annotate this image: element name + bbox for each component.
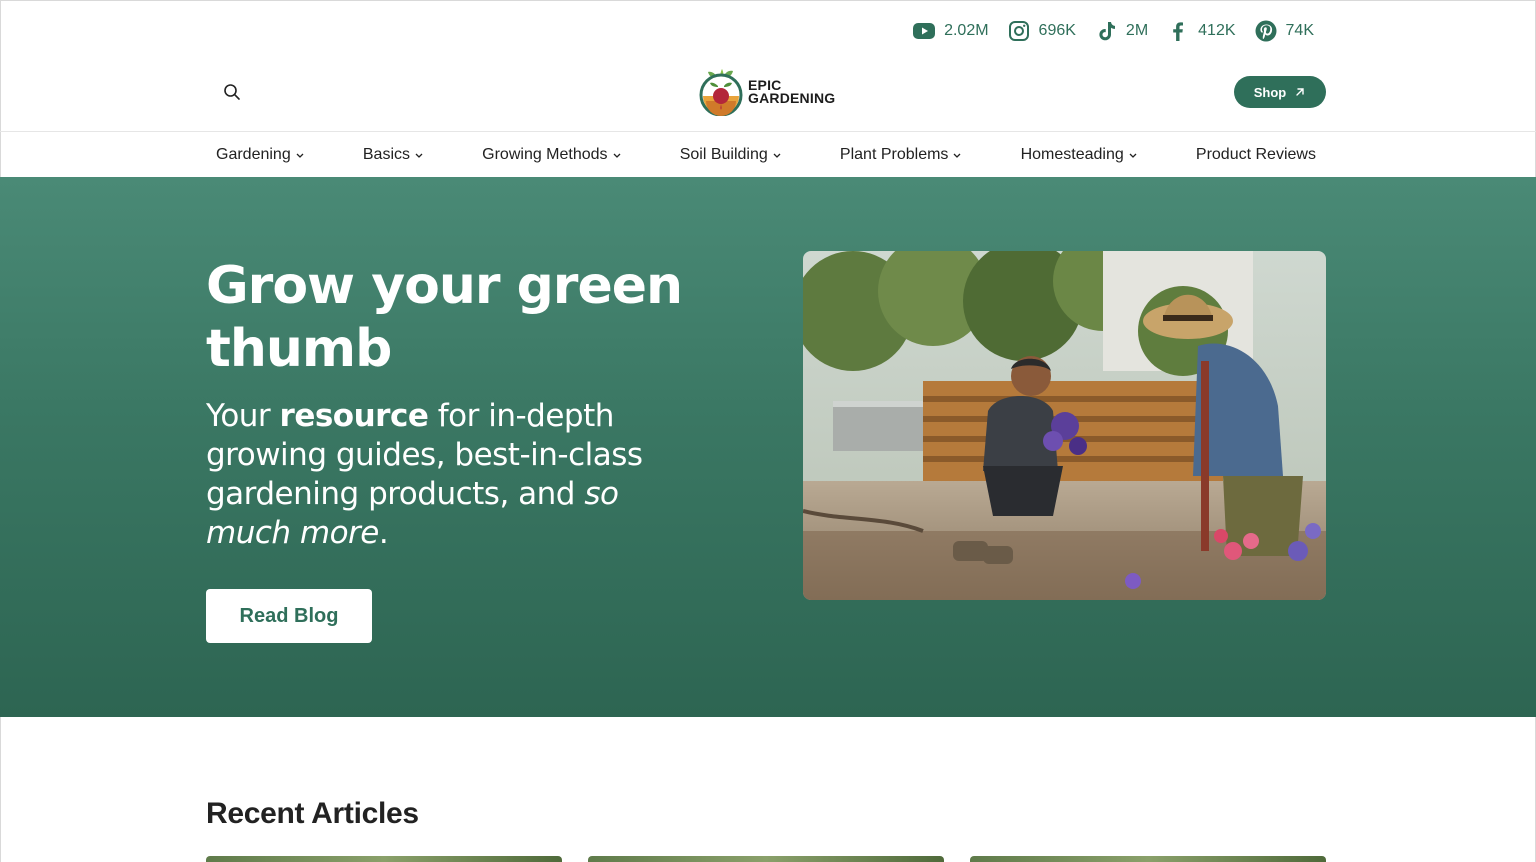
social-facebook[interactable]: 412K	[1166, 19, 1236, 43]
read-blog-button[interactable]: Read Blog	[206, 589, 372, 643]
nav-label: Soil Building	[679, 145, 768, 163]
external-arrow-icon	[1296, 88, 1304, 96]
hero-sub-pre: Your	[206, 398, 280, 434]
facebook-icon	[1173, 22, 1184, 41]
chevron-down-icon	[415, 153, 423, 158]
nav-label: Basics	[362, 145, 410, 163]
beet-logo-icon	[699, 69, 743, 116]
main-nav: Gardening Basics Growing Methods Soil Bu…	[216, 132, 1316, 177]
nav-label: Gardening	[216, 145, 291, 163]
tiktok-icon	[1099, 22, 1115, 41]
youtube-count: 2.02M	[944, 22, 989, 39]
nav-item-basics[interactable]: Basics	[363, 146, 424, 164]
nav-label: Homesteading	[1020, 145, 1124, 163]
chevron-down-icon	[953, 153, 961, 158]
facebook-count: 412K	[1198, 22, 1236, 39]
pinterest-icon	[1255, 20, 1277, 42]
article-card[interactable]	[206, 856, 562, 862]
nav-label: Growing Methods	[482, 145, 608, 163]
social-youtube[interactable]: 2.02M	[912, 19, 989, 43]
hero-sub-bold: resource	[279, 398, 429, 434]
shop-button[interactable]: Shop	[1234, 76, 1326, 108]
hero-sub-end: .	[378, 515, 389, 551]
instagram-icon	[1008, 21, 1029, 41]
article-card[interactable]	[588, 856, 944, 862]
logo-wordmark: EPIC GARDENING	[748, 78, 836, 106]
nav-item-product-reviews[interactable]: Product Reviews	[1196, 146, 1316, 164]
social-tiktok[interactable]: 2M	[1094, 19, 1148, 43]
nav-item-plant-problems[interactable]: Plant Problems	[840, 146, 963, 164]
tiktok-count: 2M	[1125, 22, 1149, 39]
search-button[interactable]	[220, 80, 244, 104]
nav-item-gardening[interactable]: Gardening	[216, 146, 305, 164]
social-pinterest[interactable]: 74K	[1254, 19, 1314, 43]
chevron-down-icon	[1129, 153, 1137, 158]
logo-line-2: GARDENING	[748, 90, 836, 106]
hero-title: Grow your green thumb	[206, 256, 683, 379]
social-instagram[interactable]: 696K	[1007, 19, 1076, 43]
chevron-down-icon	[613, 153, 621, 158]
social-bar: 2.02M 696K 2M 412K 74K	[912, 17, 1314, 45]
article-cards	[206, 856, 1326, 862]
site-logo[interactable]: EPIC GARDENING	[698, 68, 835, 116]
garden-photo-illustration	[803, 251, 1326, 600]
hero-section: Grow your green thumb Your resource for …	[0, 177, 1536, 717]
chevron-down-icon	[773, 153, 781, 158]
pinterest-count: 74K	[1285, 22, 1314, 39]
nav-item-growing-methods[interactable]: Growing Methods	[482, 146, 621, 164]
chevron-down-icon	[296, 153, 304, 158]
search-icon	[224, 84, 240, 100]
youtube-icon	[913, 23, 936, 39]
hero-photo	[803, 251, 1326, 600]
nav-label: Product Reviews	[1195, 145, 1316, 163]
nav-item-soil-building[interactable]: Soil Building	[680, 146, 782, 164]
nav-label: Plant Problems	[839, 145, 949, 163]
instagram-count: 696K	[1038, 22, 1076, 39]
nav-item-homesteading[interactable]: Homesteading	[1021, 146, 1138, 164]
shop-button-label: Shop	[1253, 84, 1287, 100]
article-card[interactable]	[970, 856, 1326, 862]
hero-subtitle: Your resource for in-depth growing guide…	[206, 397, 706, 553]
recent-articles-title: Recent Articles	[206, 797, 419, 830]
